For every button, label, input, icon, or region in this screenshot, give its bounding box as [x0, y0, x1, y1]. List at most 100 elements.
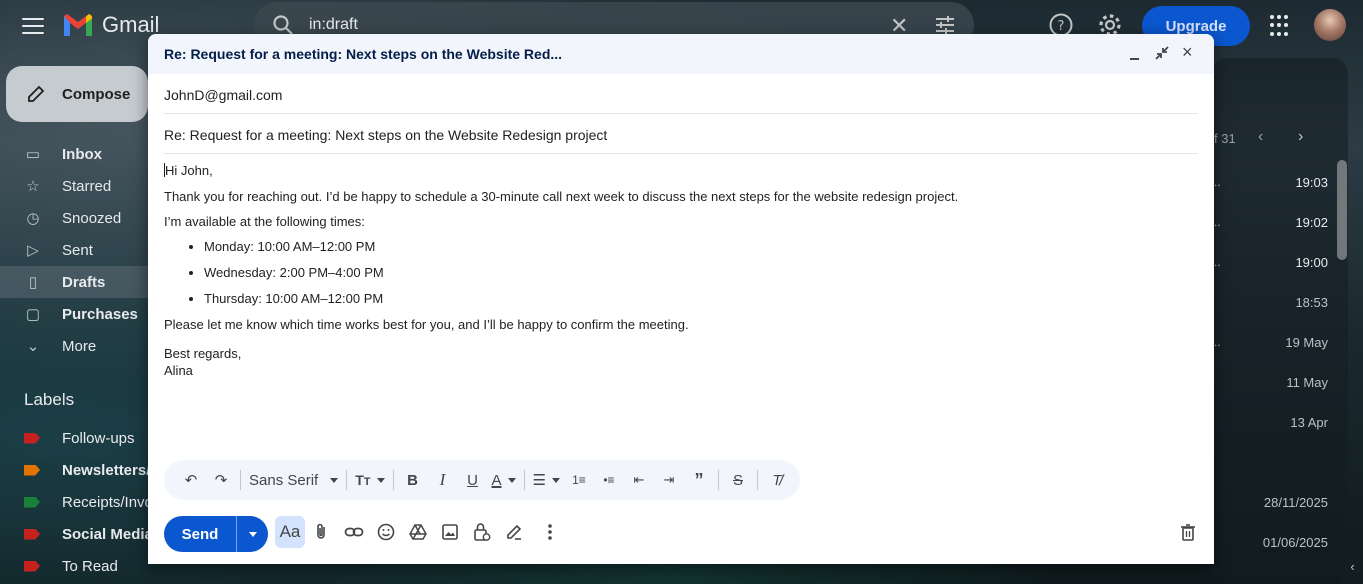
discard-draft-icon[interactable] [1174, 518, 1202, 546]
truncation-marker: .. [1214, 335, 1221, 349]
gmail-logo[interactable]: Gmail [62, 12, 159, 38]
main-menu-button[interactable] [20, 14, 46, 38]
scrollbar[interactable] [1337, 160, 1347, 260]
bulleted-list-icon[interactable]: •≡ [594, 460, 624, 500]
mail-row[interactable]: .. 19:03 [1212, 162, 1330, 202]
mail-row[interactable]: .. 19:02 [1212, 202, 1330, 242]
strikethrough-icon[interactable]: S [723, 460, 753, 500]
sidebar-item-label: Drafts [62, 273, 106, 291]
list-item: Monday: 10:00 AM–12:00 PM [204, 238, 1198, 255]
insert-photo-icon[interactable] [436, 518, 464, 546]
indent-less-icon[interactable]: ⇤ [624, 460, 654, 500]
signature-icon[interactable] [500, 518, 528, 546]
mail-row[interactable]: 11 May [1212, 362, 1330, 402]
body-paragraph: I’m available at the following times: [164, 214, 365, 229]
truncation-marker: .. [1214, 255, 1221, 269]
compose-title: Re: Request for a meeting: Next steps on… [164, 46, 563, 62]
emoji-icon[interactable] [372, 518, 400, 546]
list-item: Thursday: 10:00 AM–12:00 PM [204, 290, 1198, 307]
bold-icon[interactable]: B [398, 460, 428, 500]
inbox-icon: ▭ [25, 146, 41, 163]
star-icon: ☆ [26, 178, 40, 195]
avatar[interactable] [1314, 9, 1346, 41]
indent-more-icon[interactable]: ⇥ [654, 460, 684, 500]
chevron-down-icon: ⌄ [26, 338, 40, 355]
label-tag-icon [24, 496, 40, 508]
text-color-select[interactable]: A [488, 460, 520, 500]
close-icon[interactable]: × [1182, 42, 1193, 63]
toolbar-divider [717, 470, 719, 490]
formatting-toolbar: ↶ ↷ Sans Serif TT B I U A ☰ 1≡ •≡ ⇤ ⇥ ” … [164, 460, 800, 500]
mail-row[interactable]: 01/06/2025 [1212, 522, 1330, 562]
drive-icon[interactable] [404, 518, 432, 546]
body-signature: Alina [164, 363, 193, 378]
recipients-field[interactable]: JohnD@gmail.com [164, 74, 1198, 114]
send-icon: ▷ [27, 242, 39, 259]
label-item-newsletters[interactable]: Newsletters/ [24, 456, 150, 484]
formatting-options-button[interactable]: Aa [275, 516, 305, 548]
compose-button[interactable]: Compose [6, 66, 148, 122]
filter-options-icon[interactable] [934, 14, 956, 36]
availability-list: Monday: 10:00 AM–12:00 PM Wednesday: 2:0… [204, 238, 1198, 307]
remove-formatting-icon[interactable]: T̸ [762, 460, 792, 500]
mail-time: 11 May [1286, 375, 1328, 390]
clock-icon: ◷ [26, 210, 40, 227]
schedule-send-button[interactable] [236, 516, 268, 552]
compose-label: Compose [62, 85, 131, 103]
label-tag-icon [24, 432, 40, 444]
sidebar-item-label: Snoozed [62, 209, 122, 227]
quote-icon[interactable]: ” [684, 460, 714, 500]
draft-icon: ▯ [28, 274, 38, 291]
pencil-icon [28, 85, 45, 102]
more-options-icon[interactable] [536, 518, 564, 546]
minimize-icon[interactable] [1128, 44, 1142, 64]
mail-row[interactable]: .. 19:00 [1212, 242, 1330, 282]
mail-time: 01/06/2025 [1262, 535, 1328, 550]
svg-text:?: ? [1058, 19, 1065, 34]
underline-icon[interactable]: U [458, 460, 488, 500]
sidebar-item-label: Inbox [62, 145, 102, 163]
mail-row[interactable]: .. 19 May [1212, 322, 1330, 362]
confidential-mode-icon[interactable] [468, 518, 496, 546]
apps-grid-icon[interactable] [1270, 15, 1292, 37]
side-panel-toggle[interactable]: ‹ [1342, 548, 1363, 584]
font-size-select[interactable]: TT [351, 460, 388, 500]
send-button[interactable]: Send [164, 516, 236, 552]
align-left-icon: ☰ [532, 472, 546, 489]
text-size-icon: TT [355, 472, 371, 488]
toolbar-divider [392, 470, 394, 490]
pager-count: f 31 [1214, 131, 1236, 146]
undo-icon[interactable]: ↶ [176, 460, 206, 500]
search-icon[interactable] [272, 14, 294, 36]
font-family-select[interactable]: Sans Serif [245, 460, 339, 500]
message-body[interactable]: Hi John, Thank you for reaching out. I’d… [164, 162, 1198, 379]
mail-row[interactable]: 13 Apr [1212, 402, 1330, 442]
subject-field[interactable]: Re: Request for a meeting: Next steps on… [164, 114, 1198, 154]
label-item-receipts[interactable]: Receipts/Invo [24, 488, 153, 516]
mail-row[interactable]: 28/11/2025 [1212, 482, 1330, 522]
body-paragraph: Please let me know which time works best… [164, 317, 689, 332]
sidebar-item-label: Sent [62, 241, 93, 259]
mail-time: 13 Apr [1290, 415, 1328, 430]
label-item-to-read[interactable]: To Read [24, 552, 118, 580]
redo-icon[interactable]: ↷ [206, 460, 236, 500]
compose-window: Re: Request for a meeting: Next steps on… [148, 34, 1214, 564]
compose-header[interactable]: Re: Request for a meeting: Next steps on… [148, 34, 1214, 74]
body-greeting: Hi John, [165, 163, 213, 178]
numbered-list-icon[interactable]: 1≡ [564, 460, 594, 500]
toolbar-divider [756, 470, 758, 490]
attach-file-icon[interactable] [308, 518, 336, 546]
align-select[interactable]: ☰ [529, 460, 564, 500]
label-item-social-media[interactable]: Social Media [24, 520, 153, 548]
insert-link-icon[interactable] [340, 518, 368, 546]
chevron-right-icon[interactable]: › [1298, 128, 1303, 146]
mail-row[interactable]: 18:53 [1212, 282, 1330, 322]
mail-time: 19:03 [1295, 175, 1328, 190]
chevron-left-icon[interactable]: ‹ [1258, 128, 1263, 146]
label-item-follow-ups[interactable]: Follow-ups [24, 424, 135, 452]
italic-icon[interactable]: I [428, 460, 458, 500]
toolbar-divider [346, 470, 348, 490]
search-input[interactable]: in:draft [309, 16, 358, 34]
label-name: Receipts/Invo [62, 493, 153, 511]
exit-fullscreen-icon[interactable] [1154, 45, 1170, 61]
